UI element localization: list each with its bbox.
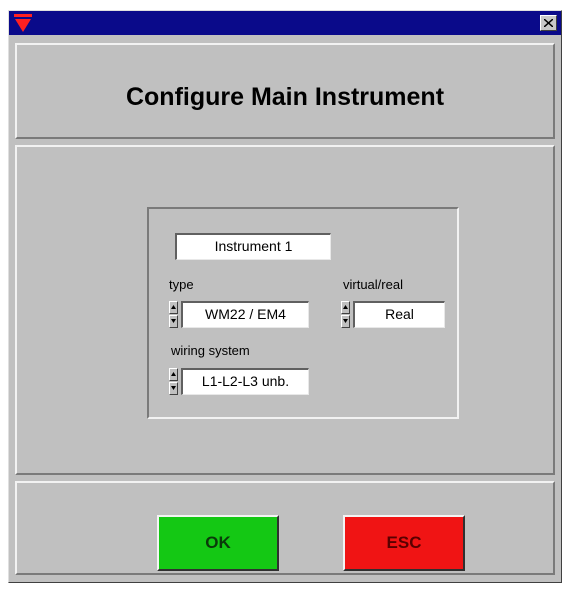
- type-spinner[interactable]: [169, 301, 178, 328]
- dialog-title: Configure Main Instrument: [125, 83, 445, 111]
- instrument-settings-group: Instrument 1 type WM22 / EM4 virtual/rea…: [147, 207, 459, 419]
- ok-button[interactable]: OK: [157, 515, 279, 571]
- red-triangle-logo-icon: [14, 14, 32, 32]
- wiring-decrement-button[interactable]: [169, 382, 178, 395]
- wiring-system-spinner[interactable]: [169, 368, 178, 395]
- title-panel: Configure Main Instrument: [15, 43, 555, 139]
- close-icon: [544, 19, 553, 27]
- button-panel: OK ESC: [15, 481, 555, 575]
- esc-button[interactable]: ESC: [343, 515, 465, 571]
- title-bar: [9, 11, 561, 35]
- virtual-real-label: virtual/real: [343, 277, 403, 292]
- virtual-real-increment-button[interactable]: [341, 301, 350, 314]
- arrow-down-icon: [343, 319, 348, 323]
- instrument-name-field[interactable]: Instrument 1: [175, 233, 331, 260]
- configure-instrument-window: Configure Main Instrument Instrument 1 t…: [8, 10, 562, 583]
- arrow-up-icon: [171, 372, 176, 376]
- settings-panel: Instrument 1 type WM22 / EM4 virtual/rea…: [15, 145, 555, 475]
- type-increment-button[interactable]: [169, 301, 178, 314]
- type-decrement-button[interactable]: [169, 315, 178, 328]
- wiring-system-label: wiring system: [171, 343, 250, 358]
- virtual-real-decrement-button[interactable]: [341, 315, 350, 328]
- wiring-increment-button[interactable]: [169, 368, 178, 381]
- virtual-real-spinner[interactable]: [341, 301, 350, 328]
- arrow-down-icon: [171, 386, 176, 390]
- arrow-up-icon: [171, 305, 176, 309]
- arrow-down-icon: [171, 319, 176, 323]
- close-button[interactable]: [540, 15, 557, 31]
- type-label: type: [169, 277, 194, 292]
- wiring-system-field[interactable]: L1-L2-L3 unb.: [181, 368, 309, 395]
- arrow-up-icon: [343, 305, 348, 309]
- virtual-real-field[interactable]: Real: [353, 301, 445, 328]
- type-field[interactable]: WM22 / EM4: [181, 301, 309, 328]
